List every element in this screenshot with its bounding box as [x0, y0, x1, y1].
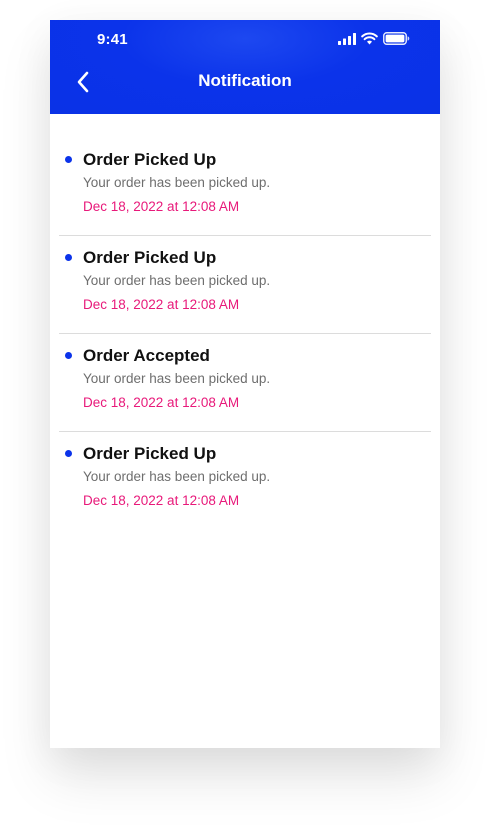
status-time: 9:41 — [97, 31, 128, 48]
unread-dot-icon — [65, 254, 72, 261]
cellular-signal-icon — [338, 32, 356, 45]
status-bar: 9:41 — [50, 20, 440, 60]
phone-screen: 9:41 Notification Order Picked Up Your o… — [50, 20, 440, 748]
stage: 9:41 Notification Order Picked Up Your o… — [0, 0, 490, 828]
notification-message: Your order has been picked up. — [83, 371, 271, 386]
unread-dot-icon — [65, 352, 72, 359]
notification-item[interactable]: Order Picked Up Your order has been pick… — [59, 432, 431, 529]
page-title: Notification — [198, 71, 292, 90]
notification-title: Order Accepted — [83, 346, 210, 365]
notification-timestamp: Dec 18, 2022 at 12:08 AM — [83, 395, 240, 410]
notification-timestamp: Dec 18, 2022 at 12:08 AM — [83, 297, 240, 312]
wifi-icon — [361, 32, 378, 45]
notification-item[interactable]: Order Accepted Your order has been picke… — [59, 334, 431, 432]
notification-list: Order Picked Up Your order has been pick… — [59, 138, 431, 529]
notification-timestamp: Dec 18, 2022 at 12:08 AM — [83, 493, 240, 508]
notification-item[interactable]: Order Picked Up Your order has been pick… — [59, 138, 431, 236]
notification-timestamp: Dec 18, 2022 at 12:08 AM — [83, 199, 240, 214]
app-header: 9:41 Notification — [50, 20, 440, 114]
nav-row: Notification — [50, 66, 440, 98]
battery-icon — [383, 32, 410, 45]
unread-dot-icon — [65, 156, 72, 163]
notification-message: Your order has been picked up. — [83, 175, 271, 190]
notification-item[interactable]: Order Picked Up Your order has been pick… — [59, 236, 431, 334]
notification-message: Your order has been picked up. — [83, 273, 271, 288]
notification-title: Order Picked Up — [83, 248, 217, 267]
notification-title: Order Picked Up — [83, 150, 217, 169]
notification-title: Order Picked Up — [83, 444, 217, 463]
status-icons — [338, 32, 410, 45]
unread-dot-icon — [65, 450, 72, 457]
notification-message: Your order has been picked up. — [83, 469, 271, 484]
